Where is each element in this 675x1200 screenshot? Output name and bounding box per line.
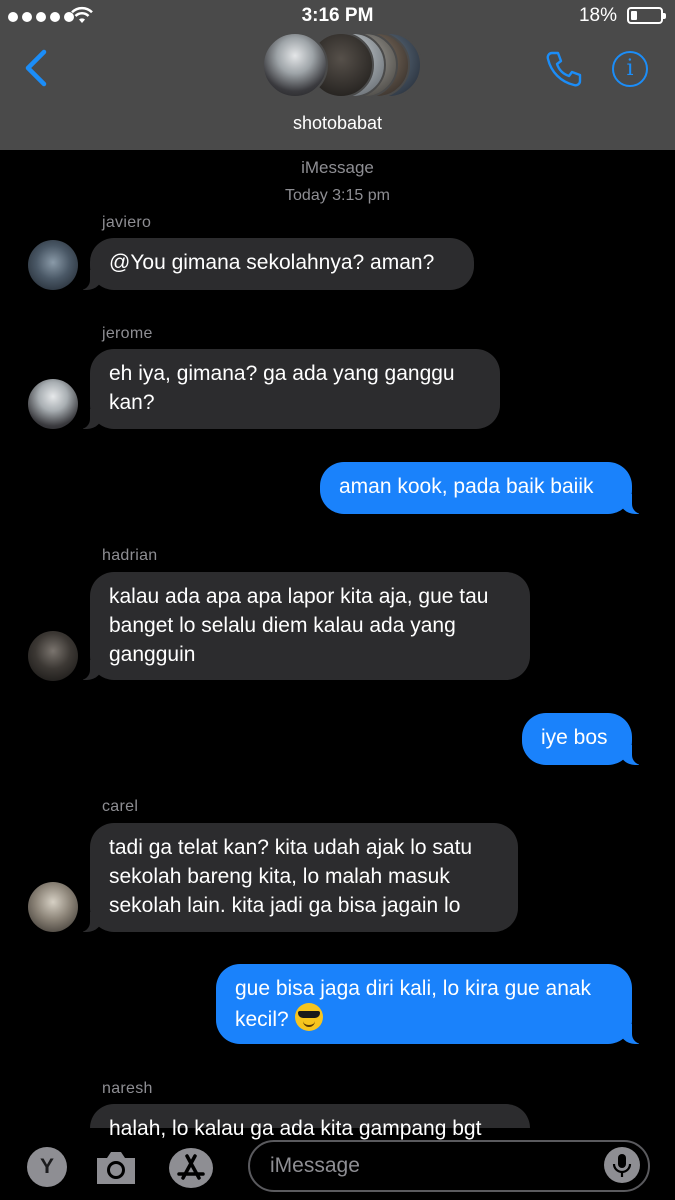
message-bubble-outgoing[interactable]: aman kook, pada baik baiik	[320, 462, 642, 514]
message-input[interactable]: iMessage	[248, 1140, 650, 1192]
message-text: aman kook, pada baik baiik	[339, 475, 594, 498]
message-text: gue bisa jaga diri kali, lo kira gue ana…	[235, 977, 592, 1031]
sender-name: jerome	[102, 325, 153, 342]
message-text: kalau ada apa apa lapor kita aja, gue ta…	[109, 585, 489, 666]
sender-name: carel	[102, 798, 139, 815]
avatar[interactable]	[28, 631, 78, 681]
message-text: iye bos	[541, 726, 608, 749]
status-bar: 3:16 PM 18%	[0, 0, 675, 32]
sender-name: hadrian	[102, 547, 158, 564]
battery-percentage: 18%	[578, 5, 617, 26]
sender-name: naresh	[102, 1080, 153, 1097]
camera-icon[interactable]	[93, 1148, 139, 1188]
group-avatar-stack[interactable]	[262, 32, 422, 100]
message-bubble-outgoing[interactable]: iye bos	[522, 713, 642, 765]
service-label: iMessage	[301, 158, 374, 177]
microphone-icon[interactable]	[604, 1147, 640, 1183]
avatar	[262, 32, 328, 98]
back-chevron-icon[interactable]	[22, 48, 48, 88]
message-bubble-incoming[interactable]: eh iya, gimana? ga ada yang ganggu kan?	[80, 349, 500, 429]
thread-timestamp: Today 3:15 pm	[285, 187, 390, 204]
app-store-icon[interactable]	[169, 1148, 213, 1188]
conversation-header: 3:16 PM 18% shotobabat i	[0, 0, 675, 150]
message-bubble-incoming[interactable]: @You gimana sekolahnya? aman?	[80, 238, 474, 290]
message-text: @You gimana sekolahnya? aman?	[109, 251, 435, 274]
message-bubble-incoming[interactable]: kalau ada apa apa lapor kita aja, gue ta…	[80, 572, 530, 680]
status-time: 3:16 PM	[301, 5, 374, 26]
sender-name: javiero	[102, 214, 152, 231]
y-app-button[interactable]: Y	[27, 1147, 67, 1187]
message-text: halah, lo kalau ga ada kita gampang bgt	[109, 1117, 482, 1140]
message-text: tadi ga telat kan? kita udah ajak lo sat…	[109, 836, 473, 917]
avatar[interactable]	[28, 379, 78, 429]
avatar[interactable]	[28, 240, 78, 290]
message-bubble-outgoing[interactable]: gue bisa jaga diri kali, lo kira gue ana…	[216, 964, 642, 1044]
message-text: eh iya, gimana? ga ada yang ganggu kan?	[109, 362, 455, 414]
avatar[interactable]	[28, 882, 78, 932]
phone-icon[interactable]	[544, 50, 584, 88]
group-name[interactable]: shotobabat	[0, 113, 675, 134]
battery-icon	[627, 7, 666, 24]
info-icon[interactable]: i	[612, 51, 648, 87]
sunglasses-emoji	[294, 1003, 323, 1031]
message-bubble-incoming[interactable]: tadi ga telat kan? kita udah ajak lo sat…	[80, 823, 518, 932]
